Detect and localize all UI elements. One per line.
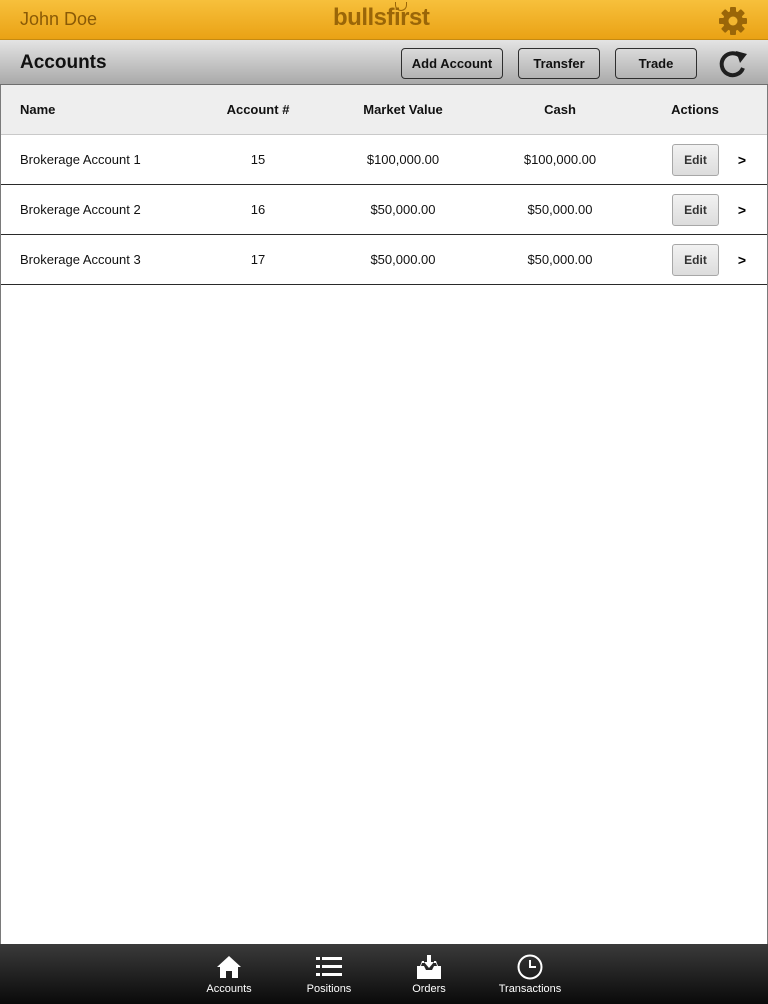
table-row[interactable]: Brokerage Account 2 16 $50,000.00 $50,00… [0, 185, 768, 235]
account-number: 16 [250, 202, 266, 217]
column-header-market-value: Market Value [363, 102, 443, 117]
column-header-account: Account # [226, 102, 290, 117]
top-header: John Doe bullsfirst [0, 0, 768, 40]
tab-label: Positions [306, 983, 352, 995]
account-number: 17 [250, 252, 266, 267]
content-border-left [0, 85, 1, 944]
clock-icon [517, 954, 543, 980]
cash-value: $50,000.00 [527, 252, 593, 267]
table-row[interactable]: Brokerage Account 1 15 $100,000.00 $100,… [0, 135, 768, 185]
edit-button[interactable]: Edit [672, 144, 719, 176]
cash-value: $100,000.00 [523, 152, 597, 167]
chevron-right-icon[interactable]: > [734, 235, 750, 284]
account-name: Brokerage Account 1 [20, 152, 141, 167]
transfer-button[interactable]: Transfer [518, 48, 600, 79]
trade-button[interactable]: Trade [615, 48, 697, 79]
add-account-button[interactable]: Add Account [401, 48, 503, 79]
column-header-actions: Actions [671, 102, 719, 117]
tab-label: Orders [412, 983, 446, 995]
gear-icon[interactable] [717, 5, 749, 37]
tab-orders[interactable]: Orders [384, 944, 474, 1004]
page-title: Accounts [20, 52, 107, 73]
accounts-table: Name Account # Market Value Cash Actions… [0, 85, 768, 285]
account-name: Brokerage Account 3 [20, 252, 141, 267]
chevron-right-icon[interactable]: > [734, 135, 750, 184]
account-number: 15 [250, 152, 266, 167]
tab-accounts[interactable]: Accounts [184, 944, 274, 1004]
table-header: Name Account # Market Value Cash Actions [0, 85, 768, 135]
edit-button[interactable]: Edit [672, 194, 719, 226]
home-icon [217, 956, 241, 978]
market-value: $100,000.00 [366, 152, 440, 167]
column-header-cash: Cash [544, 102, 576, 117]
brand-logo: bullsfirst [333, 4, 430, 31]
chevron-right-icon[interactable]: > [734, 185, 750, 234]
tab-transactions[interactable]: Transactions [485, 944, 575, 1004]
cash-value: $50,000.00 [527, 202, 593, 217]
market-value: $50,000.00 [370, 202, 436, 217]
accounts-toolbar: Accounts Add Account Transfer Trade [0, 40, 768, 85]
tab-positions[interactable]: Positions [284, 944, 374, 1004]
tab-label: Accounts [206, 983, 252, 995]
bottom-tab-bar: Accounts Positions Orders Transactions [0, 944, 768, 1004]
table-row[interactable]: Brokerage Account 3 17 $50,000.00 $50,00… [0, 235, 768, 285]
market-value: $50,000.00 [370, 252, 436, 267]
user-name: John Doe [20, 9, 98, 29]
tab-label: Transactions [498, 983, 562, 995]
refresh-icon[interactable] [717, 48, 749, 80]
column-header-name: Name [20, 102, 56, 117]
inbox-icon [417, 955, 441, 979]
edit-button[interactable]: Edit [672, 244, 719, 276]
list-icon [316, 957, 342, 976]
account-name: Brokerage Account 2 [20, 202, 141, 217]
